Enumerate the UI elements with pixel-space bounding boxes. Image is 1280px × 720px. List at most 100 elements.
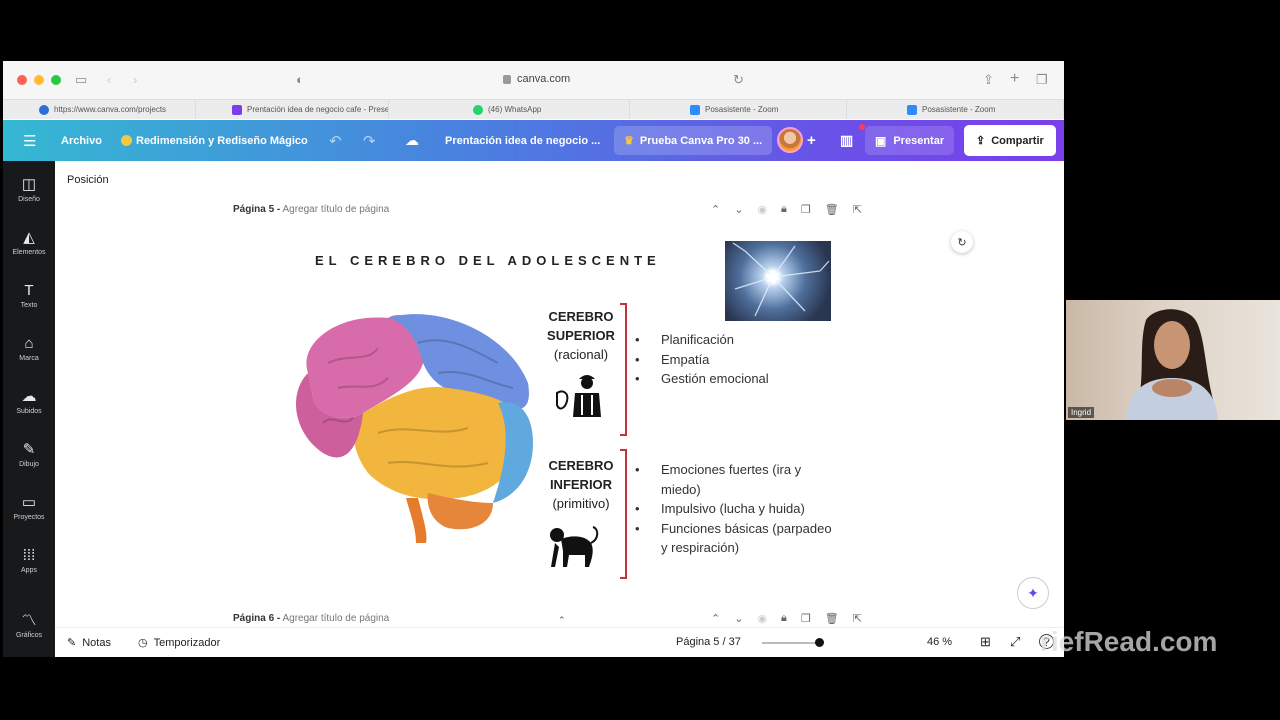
share-label: Compartir [991,134,1044,147]
upload-icon: ☁ [21,388,37,405]
reload-icon[interactable]: ↻ [733,72,744,88]
monkey-pictogram-icon[interactable] [545,521,599,569]
list-item: Empatía [635,350,769,370]
sidebar-toggle-icon[interactable]: ▭ [75,72,87,88]
fullscreen-icon[interactable]: ⤢ [1010,634,1020,650]
menu-icon[interactable]: ☰ [23,120,36,161]
lock-page-icon[interactable]: 🔒︎ [781,612,787,625]
page-number: Página 5 - [233,204,281,215]
duplicate-page-icon[interactable]: ❐ [801,203,811,216]
inferior-bracket [620,449,627,579]
slide-title[interactable]: EL CEREBRO DEL ADOLESCENTE [315,253,661,268]
rail-item-marca[interactable]: ⌂ Marca [3,335,55,362]
cerebro-inferior-label[interactable]: CEREBRO INFERIOR (primitivo) [540,456,622,513]
rail-item-diseno[interactable]: ◫ Diseño [3,176,55,203]
minimize-window-button[interactable] [34,75,44,85]
undo-icon[interactable]: ↶ [329,120,342,161]
zoom-favicon-icon [690,104,700,115]
share-page-icon[interactable]: ⇪ [983,72,994,88]
document-title[interactable]: Prentación idea de negocio ... [445,120,600,161]
comment-add-icon[interactable]: ↻ [951,231,973,253]
list-item: Planificación [635,330,769,350]
delete-page-icon[interactable]: 🗑︎ [825,612,839,625]
page-down-icon[interactable]: ⌄ [734,612,743,625]
page-up-icon[interactable]: ⌃ [711,612,720,625]
editor-footer: ✎ Notas ◷ Temporizador Página 5 / 37 46 % … [55,627,1064,657]
present-button[interactable]: ▣ Presentar [865,126,955,155]
zoom-slider-track[interactable] [762,642,822,644]
add-page-icon[interactable]: ⇱ [853,203,862,216]
rail-label: Subidos [16,408,42,415]
close-window-button[interactable] [17,75,27,85]
rail-item-graficos[interactable]: 〽 Gráficos [3,612,55,639]
cloud-sync-icon[interactable]: ☁ [405,120,419,161]
browser-tab[interactable]: (46) WhatsApp [389,100,630,119]
rail-label: Dibujo [19,461,39,468]
notes-button[interactable]: ✎ Notas [67,636,111,650]
duplicate-page-icon[interactable]: ❐ [801,612,811,625]
side-rail: ◫ Diseño ◭ Elementos T Texto ⌂ Marca ☁ Subido… [3,161,55,657]
magic-resize-button[interactable]: Redimensión y Rediseño Mágico [121,120,308,161]
hide-page-icon[interactable]: ◉ [757,203,767,216]
brain-illustration[interactable] [278,303,538,543]
maximize-window-button[interactable] [51,75,61,85]
page-indicator[interactable]: Página 5 / 37 [676,636,741,648]
lock-page-icon[interactable]: 🔒︎ [781,203,787,216]
rail-item-elementos[interactable]: ◭ Elementos [3,229,55,256]
hide-page-icon[interactable]: ◉ [757,612,767,625]
apps-icon: ⁞⁞⁞ [22,547,36,564]
rail-label: Marca [19,355,39,362]
rail-item-subidos[interactable]: ☁ Subidos [3,388,55,415]
browser-window: ▭ ‹ › ◐ canva.com ↻ ⇪ + ❐ https://www.ca… [3,61,1064,657]
address-bar[interactable]: canva.com [503,73,570,85]
collapse-chevron-icon[interactable]: ⌃ [558,615,566,626]
participant-video[interactable]: Ingrid [1066,300,1280,420]
add-collaborator-icon[interactable]: + [807,120,816,161]
rail-item-apps[interactable]: ⁞⁞⁞ Apps [3,547,55,574]
canva-favicon-icon [39,104,49,115]
forward-icon[interactable]: › [133,72,137,87]
back-icon[interactable]: ‹ [107,72,111,87]
new-tab-icon[interactable]: + [1010,70,1019,88]
timer-button[interactable]: ◷ Temporizador [138,636,220,650]
zoom-level[interactable]: 46 % [927,636,952,648]
analytics-icon[interactable]: ▥ [840,120,853,161]
redo-icon[interactable]: ↷ [363,120,376,161]
brand-icon: ⌂ [24,335,34,352]
zoom-slider-handle[interactable] [815,638,824,647]
superior-list[interactable]: Planificación Empatía Gestión emocional [635,330,769,389]
label-line: CEREBRO [548,458,614,473]
share-button[interactable]: ⇪ Compartir [964,125,1056,156]
page-number: Página 6 - [233,613,281,624]
shield-icon[interactable]: ◐ [296,72,304,87]
browser-tab[interactable]: Posasistente - Zoom [847,100,1064,119]
magic-assistant-button[interactable]: ✦ [1017,577,1049,609]
grid-view-icon[interactable]: ⊞ [980,634,991,650]
slide-page-5[interactable]: EL CEREBRO DEL ADOLESCENTE CEREBRO SUPER… [230,231,840,581]
worker-pictogram-icon[interactable] [555,371,609,419]
delete-page-icon[interactable]: 🗑︎ [825,203,839,216]
browser-tab[interactable]: https://www.canva.com/projects [3,100,196,119]
canva-pro-trial-button[interactable]: ♛ Prueba Canva Pro 30 ... [614,126,773,155]
add-page-icon[interactable]: ⇱ [853,612,862,625]
browser-tab[interactable]: Prentación idea de negocio cafe - Presen… [196,100,389,119]
neuron-photo[interactable] [725,241,831,321]
page-up-icon[interactable]: ⌃ [711,203,720,216]
position-button[interactable]: Posición [67,174,109,186]
tab-label: Posasistente - Zoom [922,105,996,114]
page-down-icon[interactable]: ⌄ [734,203,743,216]
neuron-illustration [732,242,830,317]
tab-overview-icon[interactable]: ❐ [1036,72,1048,88]
page-6-label[interactable]: Página 6 - Agregar título de página [233,613,389,624]
archivo-button[interactable]: Archivo [61,120,102,161]
rail-item-proyectos[interactable]: ▭ Proyectos [3,494,55,521]
page-title-placeholder: Agregar título de página [282,613,390,624]
browser-tab[interactable]: Posasistente - Zoom [630,100,847,119]
inferior-list[interactable]: Emociones fuertes (ira y miedo) Impulsiv… [635,460,835,558]
canva-favicon-icon [232,104,242,115]
cerebro-superior-label[interactable]: CEREBRO SUPERIOR (racional) [540,307,622,364]
rail-item-texto[interactable]: T Texto [3,282,55,309]
avatar[interactable] [777,127,803,153]
page-5-label[interactable]: Página 5 - Agregar título de página [233,204,389,215]
rail-item-dibujo[interactable]: ✎ Dibujo [3,441,55,468]
